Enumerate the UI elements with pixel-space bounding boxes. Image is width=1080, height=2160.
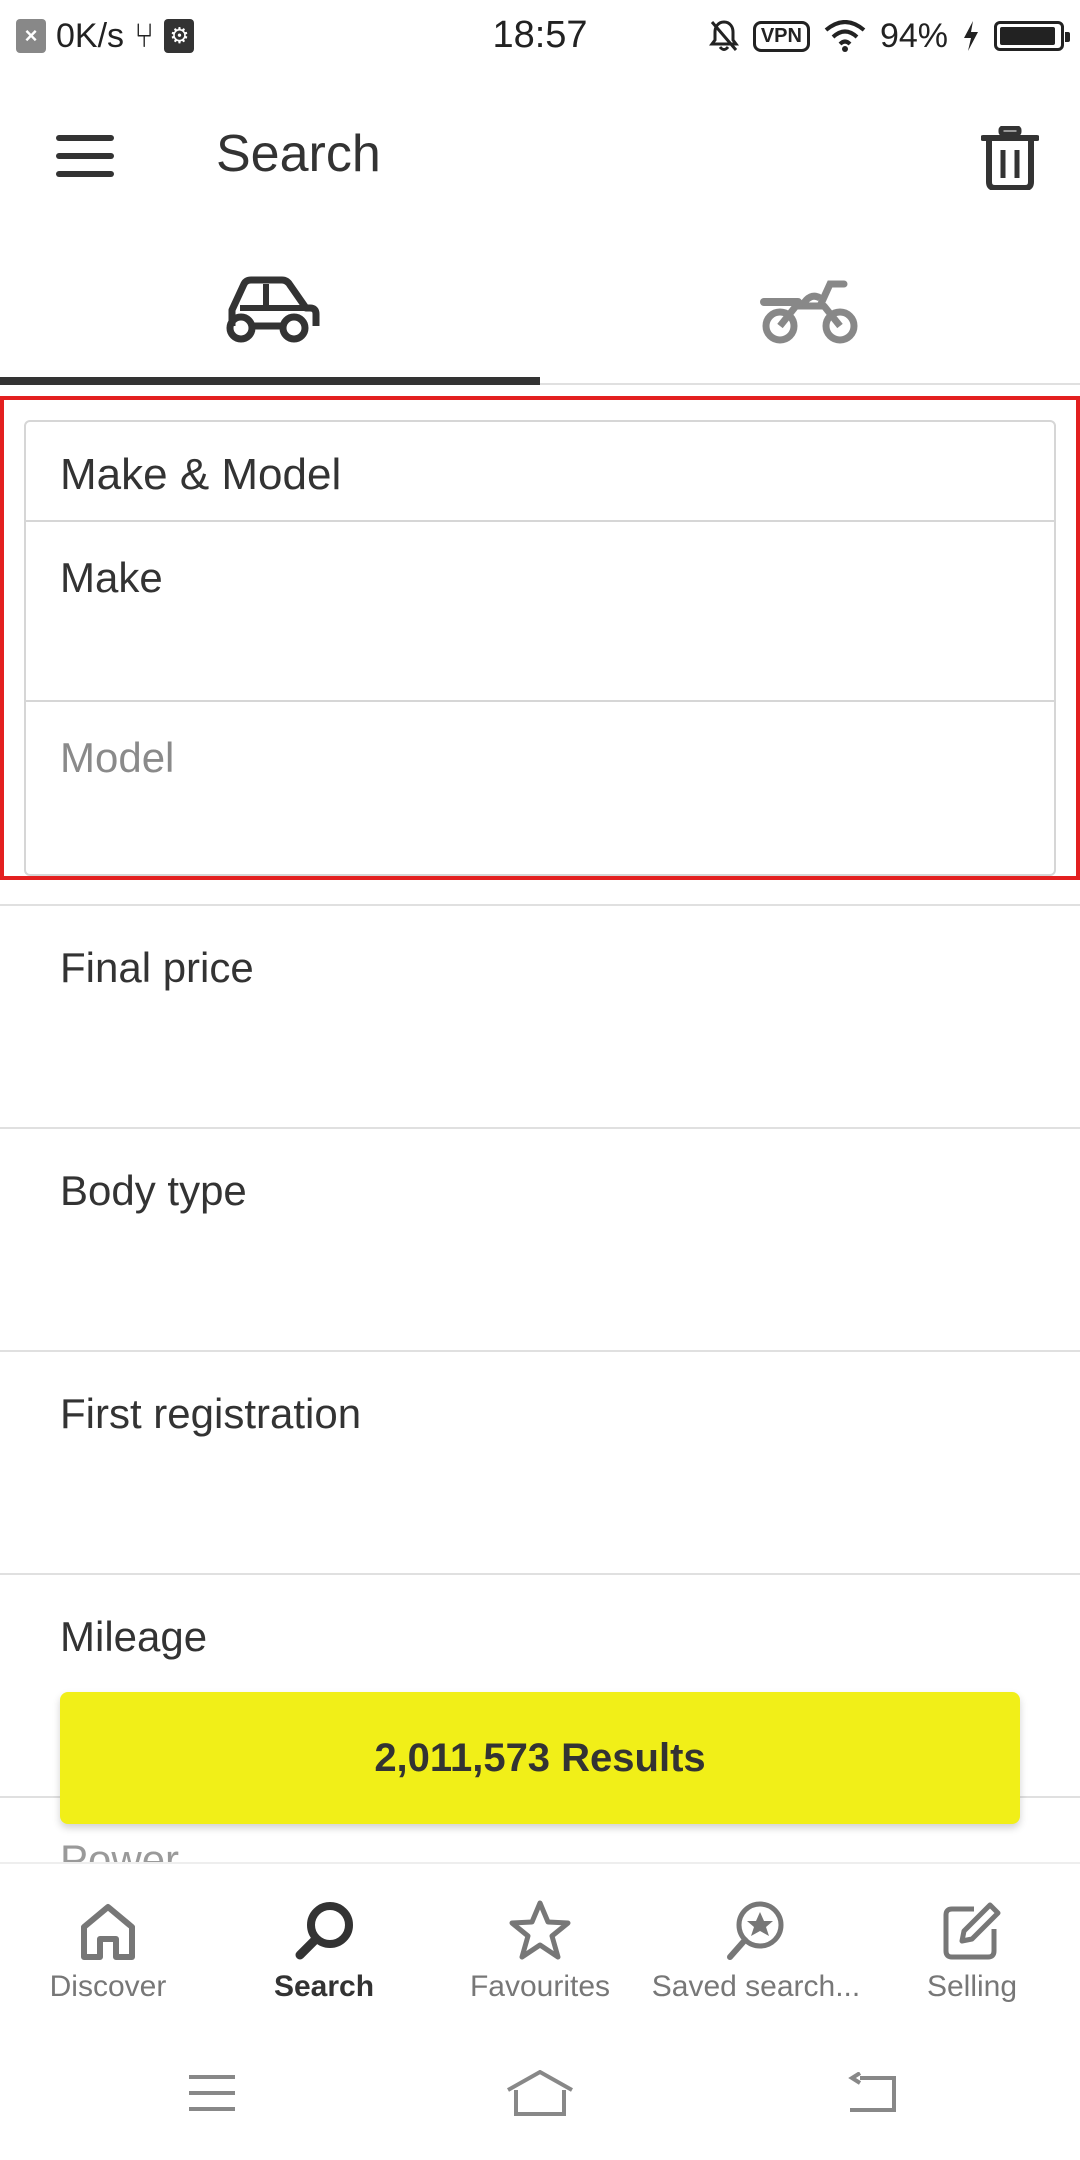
filter-first-registration[interactable]: First registration: [0, 1350, 1080, 1573]
nav-discover-label: Discover: [49, 1970, 167, 2003]
edit-icon: [943, 1902, 1001, 1960]
wifi-icon: [824, 20, 866, 52]
nav-saved-searches-label: Saved search...: [651, 1970, 861, 2003]
saved-search-icon: [727, 1901, 784, 1960]
nav-search[interactable]: Search: [216, 1864, 432, 2024]
recent-apps-button[interactable]: [182, 2068, 242, 2118]
menu-button[interactable]: [40, 118, 130, 194]
car-icon: [226, 276, 320, 342]
vehicle-type-tabs: [0, 240, 1080, 385]
trash-icon: [981, 126, 1039, 190]
back-button[interactable]: [842, 2068, 902, 2118]
nav-favourites[interactable]: Favourites: [432, 1864, 648, 2024]
battery-icon: [994, 21, 1070, 51]
nav-selling-label: Selling: [926, 1970, 1018, 2003]
clear-search-button[interactable]: [970, 118, 1050, 198]
model-field[interactable]: Model: [26, 702, 1054, 874]
make-model-card: Make & Model Make Model: [24, 420, 1056, 876]
system-home-icon: [507, 2070, 573, 2116]
motorbike-icon: [760, 280, 858, 343]
bell-off-icon: [708, 20, 739, 51]
app-bar: Search: [0, 72, 1080, 240]
nav-search-label: Search: [273, 1970, 375, 2003]
home-icon: [81, 1904, 135, 1960]
charging-icon: [964, 21, 978, 51]
nav-discover[interactable]: Discover: [0, 1864, 216, 2024]
system-nav-bar: [0, 2024, 1080, 2160]
make-model-header: Make & Model: [26, 422, 1054, 522]
results-button[interactable]: 2,011,573 Results: [60, 1692, 1020, 1824]
tab-motorbike[interactable]: [540, 240, 1080, 383]
hamburger-menu-icon: [56, 135, 114, 177]
search-icon: [295, 1902, 353, 1960]
status-right: VPN 94%: [708, 14, 1070, 58]
tab-car[interactable]: [0, 240, 540, 385]
vpn-badge: VPN: [752, 20, 810, 52]
filter-body-type[interactable]: Body type: [0, 1127, 1080, 1350]
menu-lines-icon: [189, 2075, 235, 2111]
page-title: Search: [216, 125, 381, 183]
make-field[interactable]: Make: [26, 522, 1054, 702]
filter-final-price[interactable]: Final price: [0, 904, 1080, 1127]
status-bar: × 0K/s ⑂ ⚙ 18:57 VPN 94%: [0, 0, 1080, 72]
bottom-nav: Discover Search Favourites Saved search.…: [0, 1862, 1080, 2024]
home-button[interactable]: [506, 2068, 574, 2118]
battery-percent: 94%: [879, 16, 948, 55]
back-icon: [848, 2072, 896, 2112]
nav-favourites-label: Favourites: [469, 1970, 611, 2003]
star-icon: [509, 1900, 571, 1960]
nav-selling[interactable]: Selling: [864, 1864, 1080, 2024]
nav-saved-searches[interactable]: Saved search...: [648, 1864, 864, 2024]
